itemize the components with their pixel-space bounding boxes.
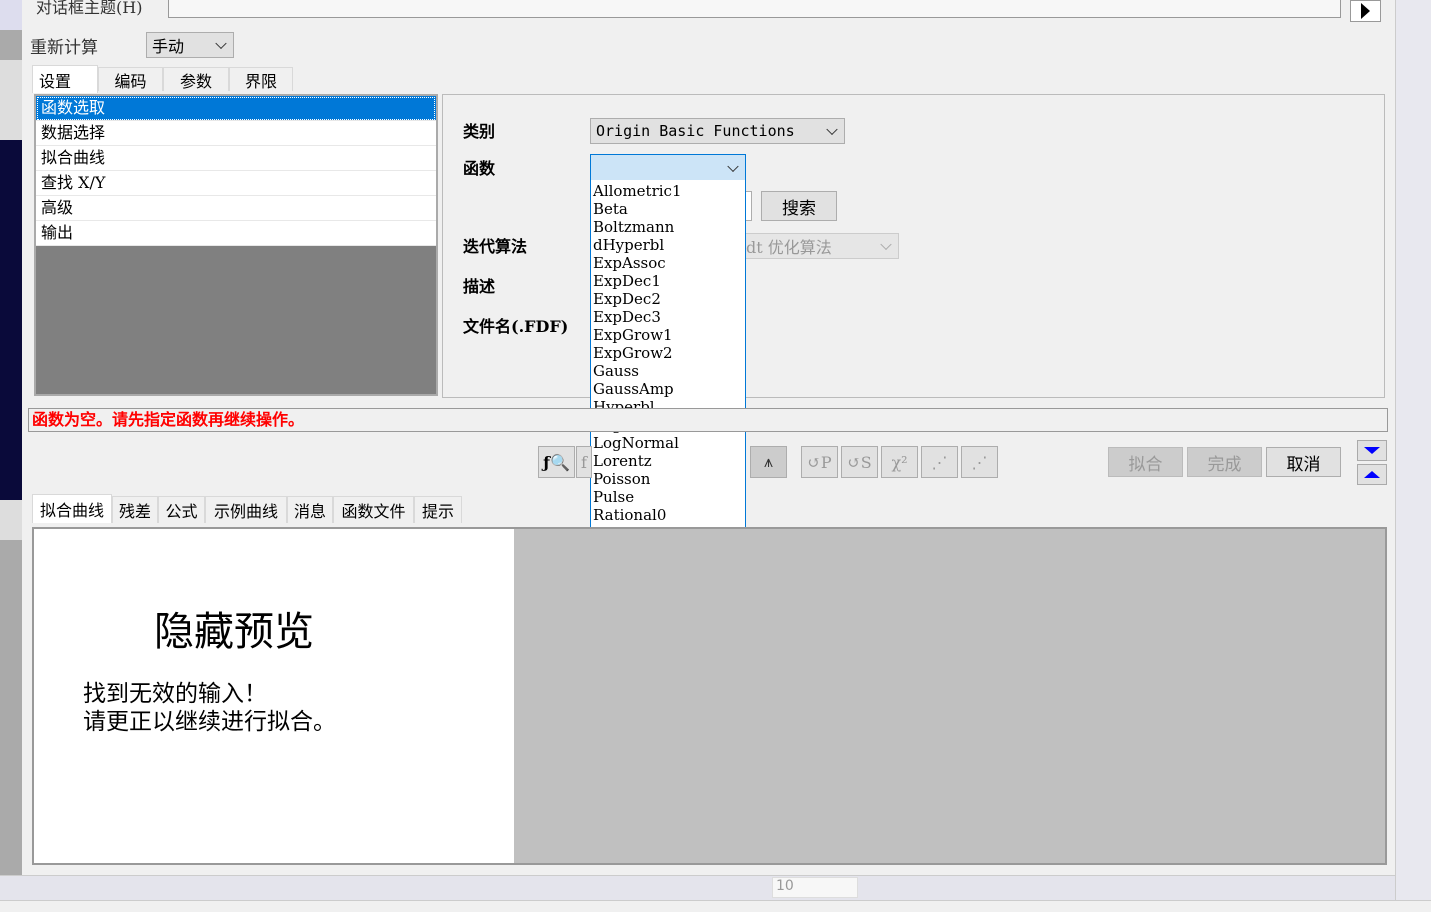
preview-area: 隐藏预览 找到无效的输入！ 请更正以继续进行拟合。	[32, 527, 1387, 865]
function-search-icon[interactable]: ƒ🔍	[538, 446, 575, 478]
right-toolbar[interactable]	[1395, 0, 1431, 900]
function-option[interactable]: GaussAmp	[591, 380, 745, 398]
preview-line-2: 请更正以继续进行拟合。	[83, 709, 336, 735]
triangle-down-icon	[1364, 447, 1380, 454]
algorithm-select[interactable]: dt 优化算法	[740, 233, 899, 259]
function-option[interactable]: ExpDec1	[591, 272, 745, 290]
algorithm-label: 迭代算法	[463, 237, 528, 256]
background-app-strip	[0, 0, 22, 875]
theme-arrow-button[interactable]	[1350, 0, 1381, 22]
function-option[interactable]: ExpAssoc	[591, 254, 745, 272]
param-s-icon[interactable]: ↺S	[841, 446, 878, 478]
collapse-down-button[interactable]	[1357, 440, 1387, 461]
peak-icon[interactable]: ⩚	[750, 446, 787, 478]
done-button[interactable]: 完成	[1187, 447, 1262, 477]
nav-item-find-xy[interactable]: 查找 X/Y	[36, 171, 436, 196]
triangle-right-icon	[1361, 3, 1370, 19]
preview-message-panel: 隐藏预览 找到无效的输入！ 请更正以继续进行拟合。	[34, 529, 514, 863]
settings-nav-list[interactable]: 函数选取 数据选择 拟合曲线 查找 X/Y 高级 输出	[34, 94, 438, 396]
function-option[interactable]: ExpGrow1	[591, 326, 745, 344]
tab-function-file[interactable]: 函数文件	[333, 496, 414, 523]
error-text: 函数为空。请先指定函数再继续操作。	[32, 410, 305, 429]
function-settings-panel	[442, 94, 1385, 398]
algorithm-value: dt 优化算法	[746, 238, 832, 257]
expand-up-button[interactable]	[1357, 464, 1387, 485]
tab-formula[interactable]: 公式	[158, 496, 205, 523]
nav-item-output[interactable]: 输出	[36, 221, 436, 246]
chevron-down-icon	[215, 37, 227, 50]
chi-square-icon[interactable]: χ²	[881, 446, 918, 478]
function-option[interactable]: ExpDec3	[591, 308, 745, 326]
function-option[interactable]: Lorentz	[591, 452, 745, 470]
fit-step-icon[interactable]: ⋰	[921, 446, 958, 478]
function-option[interactable]: Rational0	[591, 506, 745, 524]
function-option[interactable]: Pulse	[591, 488, 745, 506]
tab-code[interactable]: 编码	[98, 67, 163, 91]
category-select[interactable]: Origin Basic Functions	[590, 118, 845, 144]
nav-item-function-select[interactable]: 函数选取	[36, 96, 436, 121]
chevron-down-icon	[826, 123, 838, 136]
function-option[interactable]: dHyperbl	[591, 236, 745, 254]
function-option[interactable]: ExpDec2	[591, 290, 745, 308]
tab-settings[interactable]: 设置	[32, 65, 98, 93]
cancel-button[interactable]: 取消	[1266, 447, 1341, 477]
preview-title: 隐藏预览	[154, 609, 314, 655]
triangle-up-icon	[1364, 471, 1380, 478]
bottom-toolbar[interactable]: 10	[0, 875, 1395, 900]
recalc-label: 重新计算	[30, 38, 98, 58]
function-option[interactable]: ExpGrow2	[591, 344, 745, 362]
chevron-down-icon	[727, 160, 739, 172]
tab-messages[interactable]: 消息	[287, 496, 333, 523]
nav-item-fit-curve[interactable]: 拟合曲线	[36, 146, 436, 171]
function-icon[interactable]: f	[576, 446, 592, 478]
function-option[interactable]: Poisson	[591, 470, 745, 488]
tab-bounds[interactable]: 界限	[229, 67, 293, 91]
tab-sample-curve[interactable]: 示例曲线	[205, 496, 287, 523]
font-size-select[interactable]: 10	[772, 877, 858, 898]
tab-params[interactable]: 参数	[163, 67, 229, 91]
category-value: Origin Basic Functions	[596, 122, 795, 140]
fit-button[interactable]: 拟合	[1108, 447, 1183, 477]
chevron-down-icon	[880, 238, 892, 251]
category-label: 类别	[463, 122, 496, 141]
tab-residual[interactable]: 残差	[112, 496, 158, 523]
recalc-select[interactable]: 手动	[146, 32, 234, 58]
function-select[interactable]	[590, 154, 746, 181]
dialog-theme-label: 对话框主题(H)	[36, 0, 143, 17]
tab-hints[interactable]: 提示	[414, 496, 462, 523]
status-bar	[0, 900, 1431, 912]
dialog-theme-input[interactable]	[168, 0, 1341, 18]
tab-fit-curve[interactable]: 拟合曲线	[32, 494, 112, 523]
recalc-value: 手动	[152, 37, 185, 56]
fit-until-converge-icon[interactable]: ⋰	[961, 446, 998, 478]
nav-item-advanced[interactable]: 高级	[36, 196, 436, 221]
function-option[interactable]: Gauss	[591, 362, 745, 380]
error-message: 函数为空。请先指定函数再继续操作。	[28, 408, 1388, 432]
function-label: 函数	[463, 159, 496, 178]
param-p-icon[interactable]: ↺P	[801, 446, 838, 478]
search-button[interactable]: 搜索	[761, 191, 837, 221]
function-option[interactable]: Boltzmann	[591, 218, 745, 236]
function-option[interactable]: Allometric1	[591, 182, 745, 200]
file-label: 文件名(.FDF)	[463, 317, 569, 336]
description-label: 描述	[463, 277, 496, 296]
nav-item-data-select[interactable]: 数据选择	[36, 121, 436, 146]
function-option[interactable]: LogNormal	[591, 434, 745, 452]
function-option[interactable]: Beta	[591, 200, 745, 218]
font-size-value: 10	[776, 878, 794, 894]
